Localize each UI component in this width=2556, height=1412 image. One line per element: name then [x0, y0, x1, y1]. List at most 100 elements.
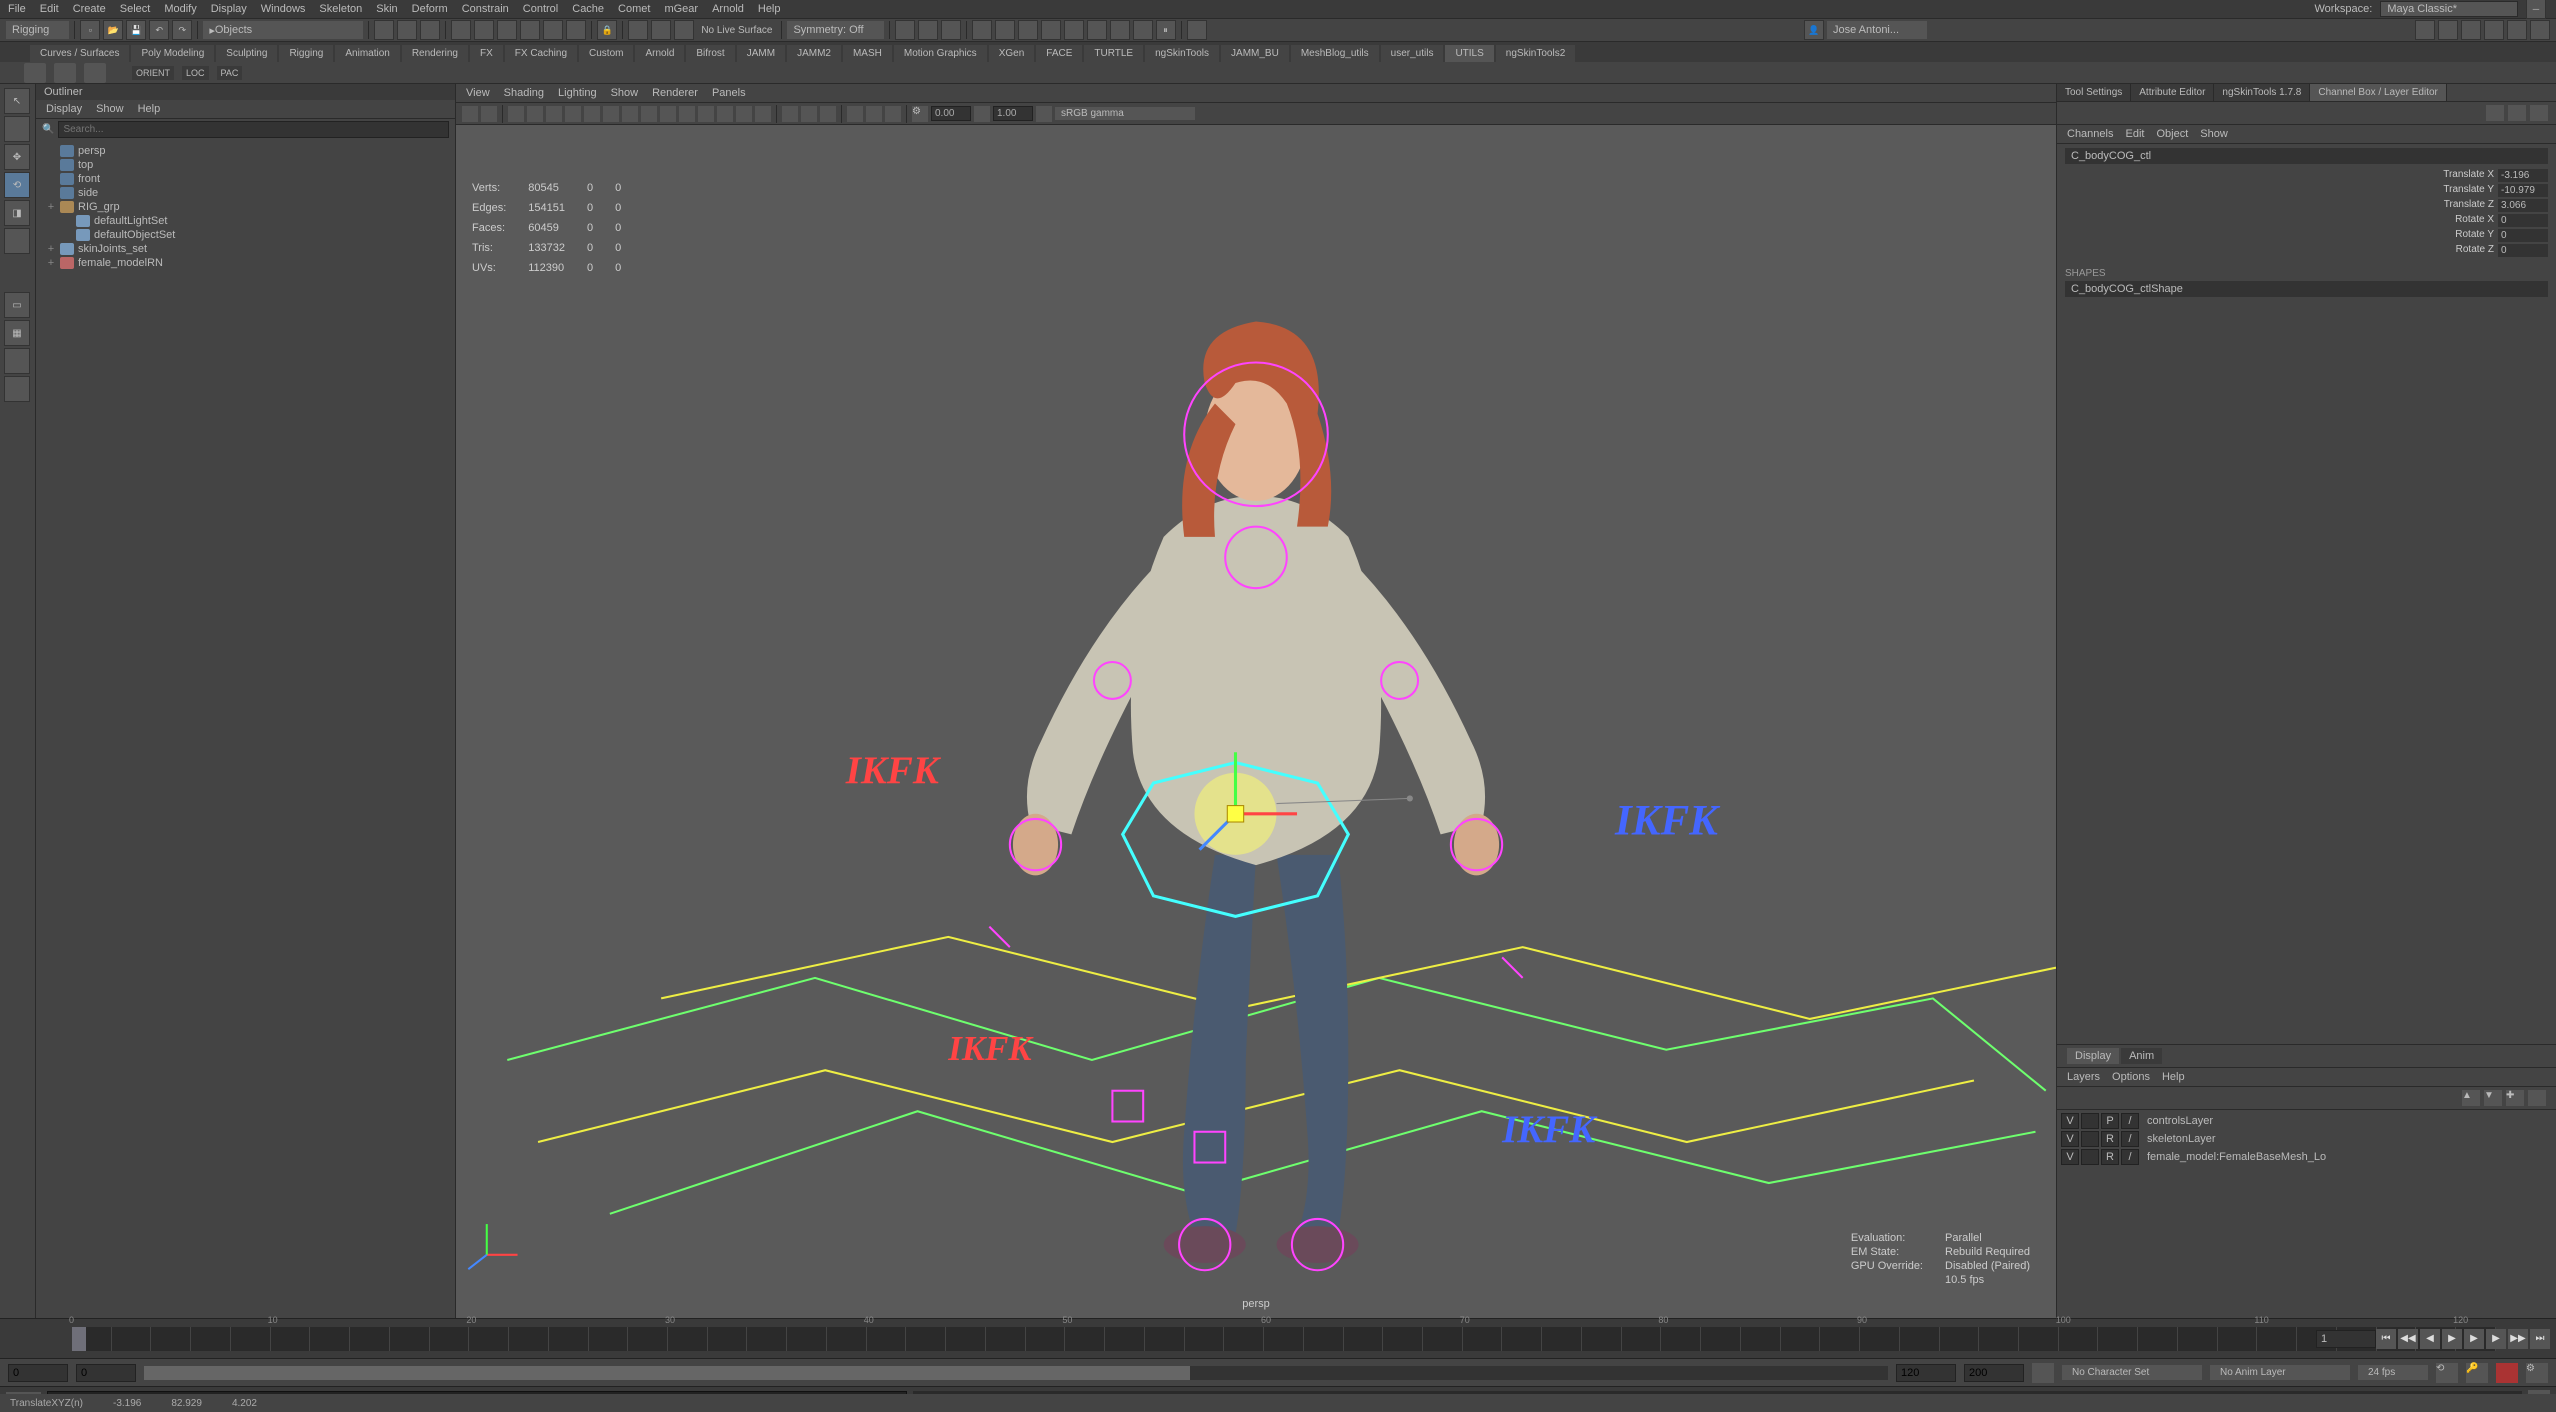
- go-start-button[interactable]: ⏮: [2376, 1329, 2396, 1349]
- render-icon[interactable]: [628, 20, 648, 40]
- shelf-tab-jamm-bu[interactable]: JAMM_BU: [1221, 45, 1289, 62]
- shelf-button-1[interactable]: [24, 63, 46, 83]
- symmetry-dropdown[interactable]: Symmetry: Off: [787, 21, 883, 39]
- layout-four-icon[interactable]: ▦: [4, 320, 30, 346]
- shelf-tab-turtle[interactable]: TURTLE: [1084, 45, 1143, 62]
- layer-playback-toggle[interactable]: R: [2101, 1131, 2119, 1147]
- vp-cm-icon[interactable]: [1036, 106, 1052, 122]
- vp-menu-renderer[interactable]: Renderer: [652, 87, 698, 99]
- menu-help[interactable]: Help: [758, 3, 781, 15]
- selected-node-name[interactable]: C_bodyCOG_ctl: [2065, 148, 2548, 164]
- layer-template-toggle[interactable]: [2081, 1113, 2099, 1129]
- range-start-outer-field[interactable]: [8, 1364, 68, 1382]
- shelf-tab-arnold[interactable]: Arnold: [635, 45, 684, 62]
- undo-icon[interactable]: ↶: [149, 20, 169, 40]
- snap-plane-icon[interactable]: [520, 20, 540, 40]
- selection-mode-dropdown[interactable]: ▸ Objects: [203, 21, 363, 39]
- range-start-field[interactable]: [76, 1364, 136, 1382]
- vp-ao-icon[interactable]: [717, 106, 733, 122]
- viewport[interactable]: Verts:8054500Edges:15415100Faces:6045900…: [456, 125, 2056, 1318]
- vp-light1-icon[interactable]: [782, 106, 798, 122]
- vp-menu-show[interactable]: Show: [611, 87, 639, 99]
- layer-visibility-toggle[interactable]: V: [2061, 1149, 2079, 1165]
- menu-select[interactable]: Select: [120, 3, 151, 15]
- shelf-tab-rendering[interactable]: Rendering: [402, 45, 468, 62]
- vp-textured-icon[interactable]: [603, 106, 619, 122]
- range-end-outer-field[interactable]: [1964, 1364, 2024, 1382]
- layer-visibility-toggle[interactable]: V: [2061, 1131, 2079, 1147]
- channel-menu-object[interactable]: Object: [2156, 128, 2188, 140]
- panel-toggle-2-icon[interactable]: [2438, 20, 2458, 40]
- menu-arnold[interactable]: Arnold: [712, 3, 744, 15]
- vp-gamma-icon[interactable]: [974, 106, 990, 122]
- workspace-dropdown[interactable]: Maya Classic*: [2380, 1, 2518, 17]
- vp-shaded-icon[interactable]: [584, 106, 600, 122]
- layout-icon-3[interactable]: [1018, 20, 1038, 40]
- layout-icon-7[interactable]: [1110, 20, 1130, 40]
- tab-tool-settings[interactable]: Tool Settings: [2057, 84, 2131, 101]
- range-handle[interactable]: [144, 1366, 1190, 1380]
- attr-value-field[interactable]: -10.979: [2498, 184, 2548, 197]
- outliner-item-front[interactable]: front: [42, 172, 449, 186]
- set-key-button[interactable]: [2496, 1363, 2518, 1383]
- outliner-item-female_modelRN[interactable]: + female_modelRN: [42, 256, 449, 270]
- outliner-tree[interactable]: persp top front side + RIG_grp defaultLi…: [36, 140, 455, 1318]
- cb-icon-1[interactable]: [2486, 105, 2504, 121]
- layer-menu-help[interactable]: Help: [2162, 1071, 2185, 1083]
- shelf-tab-face[interactable]: FACE: [1036, 45, 1082, 62]
- outliner-item-top[interactable]: top: [42, 158, 449, 172]
- shelf-tab-sculpting[interactable]: Sculpting: [216, 45, 277, 62]
- shelf-tab-utils[interactable]: UTILS: [1445, 45, 1493, 62]
- lasso-icon[interactable]: [397, 20, 417, 40]
- layer-new-icon[interactable]: ✚: [2506, 1090, 2524, 1106]
- vp-gamma-field[interactable]: [993, 106, 1033, 121]
- current-frame-field[interactable]: 1: [2316, 1330, 2376, 1348]
- tab-channel-box[interactable]: Channel Box / Layer Editor: [2310, 84, 2447, 101]
- attr-value-field[interactable]: 0: [2498, 244, 2548, 257]
- outliner-search-input[interactable]: [58, 121, 449, 138]
- layer-template-toggle[interactable]: [2081, 1131, 2099, 1147]
- layer-color-swatch[interactable]: /: [2121, 1149, 2139, 1165]
- save-scene-icon[interactable]: 💾: [126, 20, 146, 40]
- vp-exp2-icon[interactable]: [866, 106, 882, 122]
- menu-constrain[interactable]: Constrain: [462, 3, 509, 15]
- panel-toggle-5-icon[interactable]: [2507, 20, 2527, 40]
- tab-ngskintools[interactable]: ngSkinTools 1.7.8: [2214, 84, 2310, 101]
- expand-icon[interactable]: +: [46, 257, 56, 269]
- attr-value-field[interactable]: 0: [2498, 229, 2548, 242]
- shelf-tab-animation[interactable]: Animation: [335, 45, 399, 62]
- loop-icon[interactable]: ⟲: [2436, 1363, 2458, 1383]
- autokey-icon[interactable]: 🔑: [2466, 1363, 2488, 1383]
- snap-grid-icon[interactable]: [451, 20, 471, 40]
- character-set-dropdown[interactable]: No Character Set: [2062, 1365, 2202, 1380]
- expand-icon[interactable]: +: [46, 243, 56, 255]
- orient-label[interactable]: ORIENT: [132, 66, 174, 80]
- play-forward-button[interactable]: ▶: [2464, 1329, 2484, 1349]
- vp-exposure-field[interactable]: [931, 106, 971, 121]
- shelf-tab-mash[interactable]: MASH: [843, 45, 892, 62]
- vp-bookmark-icon[interactable]: [481, 106, 497, 122]
- pause-icon[interactable]: ⏸: [1156, 20, 1176, 40]
- vp-lights-icon[interactable]: [622, 106, 638, 122]
- snap-curve-icon[interactable]: [474, 20, 494, 40]
- outliner-item-RIG_grp[interactable]: + RIG_grp: [42, 200, 449, 214]
- menu-windows[interactable]: Windows: [261, 3, 306, 15]
- menu-comet[interactable]: Comet: [618, 3, 650, 15]
- rotate-tool-icon[interactable]: ⟲: [4, 172, 30, 198]
- vp-menu-view[interactable]: View: [466, 87, 490, 99]
- vp-menu-shading[interactable]: Shading: [504, 87, 544, 99]
- time-ruler[interactable]: 0102030405060708090100110120: [72, 1327, 2496, 1351]
- vp-camera-icon[interactable]: [462, 106, 478, 122]
- shelf-tab-fx-caching[interactable]: FX Caching: [505, 45, 577, 62]
- tab-display-layers[interactable]: Display: [2067, 1048, 2119, 1064]
- shelf-tab-bifrost[interactable]: Bifrost: [686, 45, 734, 62]
- vp-exp3-icon[interactable]: [885, 106, 901, 122]
- redo-icon[interactable]: ↷: [172, 20, 192, 40]
- outliner-item-defaultLightSet[interactable]: defaultLightSet: [42, 214, 449, 228]
- shelf-tab-jamm2[interactable]: JAMM2: [787, 45, 841, 62]
- shelf-tab-meshblog-utils[interactable]: MeshBlog_utils: [1291, 45, 1379, 62]
- step-back-key-button[interactable]: ◀◀: [2398, 1329, 2418, 1349]
- attr-value-field[interactable]: -3.196: [2498, 169, 2548, 182]
- outliner-item-persp[interactable]: persp: [42, 144, 449, 158]
- open-scene-icon[interactable]: 📂: [103, 20, 123, 40]
